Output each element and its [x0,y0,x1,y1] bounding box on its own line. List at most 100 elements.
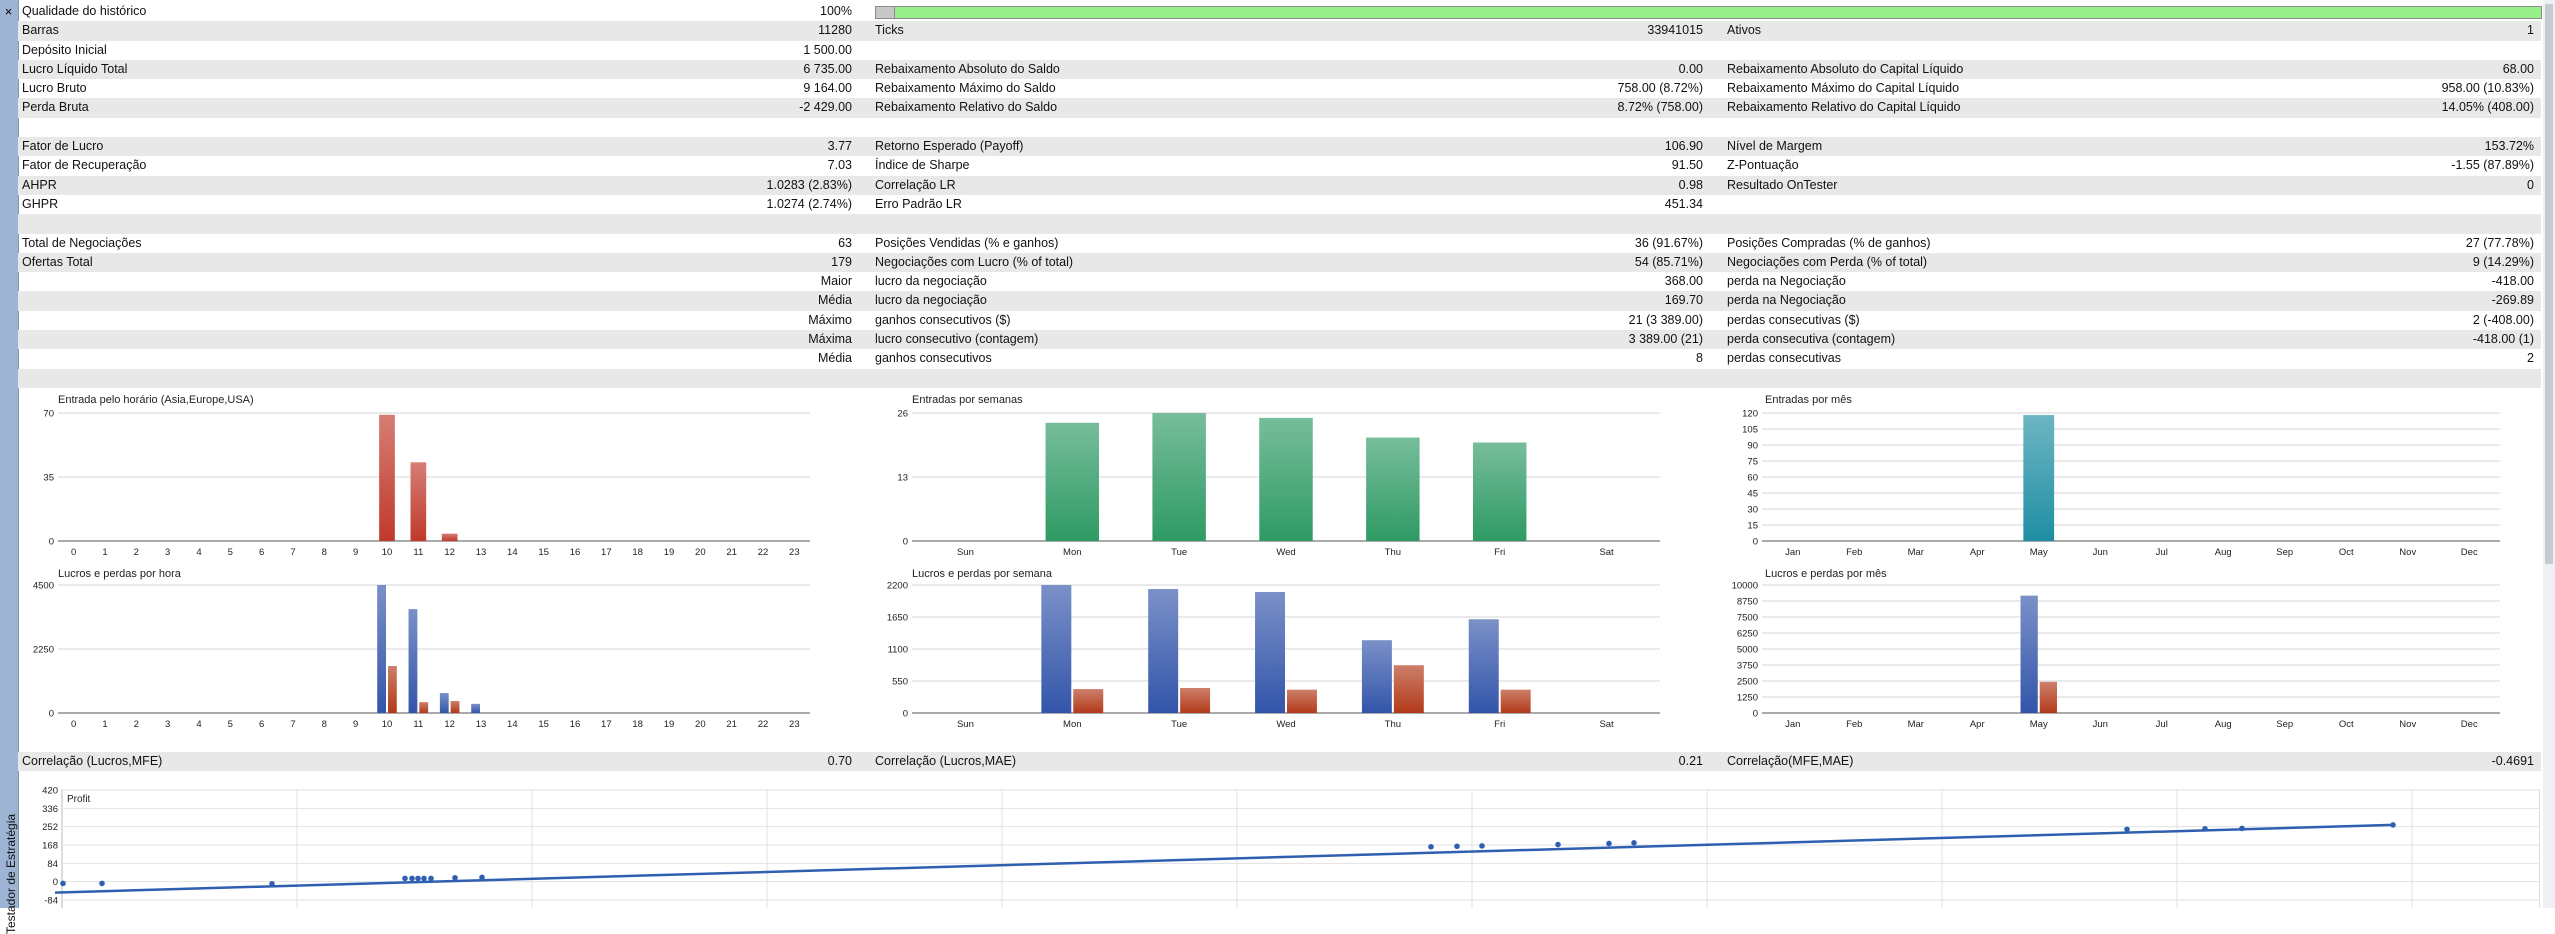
profit-point [1479,843,1485,849]
pl-hour-xtick-label: 11 [413,719,423,730]
entries-month-ytick-label: 15 [1747,521,1758,532]
pl-hour-xtick-label: 2 [134,719,139,730]
vertical-scrollbar[interactable] [2543,0,2555,908]
profit-chart-frame [61,789,2540,908]
profit-point [402,875,408,882]
entries-week-title: Entradas por semanas [912,394,1023,406]
profit-ytick-label: 0 [53,877,58,888]
entries-hour-xtick-label: 18 [632,547,643,558]
pl-month-xtick-label: Sep [2276,719,2293,730]
pl-hour-xtick-label: 17 [601,719,612,730]
profit-ytick-label: 168 [42,841,58,852]
entries-month-xtick-label: Mar [1908,547,1924,558]
pl-hour-xtick-label: 4 [196,719,201,730]
entries-hour-xtick-label: 1 [102,547,107,558]
entries-hour-xtick-label: 13 [476,547,487,558]
entries-month-title: Entradas por mês [1765,394,1852,406]
entries-month-xtick-label: Feb [1846,547,1862,558]
entries-month-xtick-label: Jul [2156,547,2168,558]
pl-week-title: Lucros e perdas por semana [912,568,1053,580]
pl-hour-xtick-label: 10 [382,719,393,730]
pl-hour-xtick-label: 6 [259,719,264,730]
entries-month-xtick-label: Aug [2215,547,2232,558]
entries-month-ytick-label: 120 [1742,409,1758,420]
pl-hour-xtick-label: 0 [71,719,76,730]
entries-hour-xtick-label: 16 [570,547,581,558]
pl-month-bar-shine [2020,595,2038,713]
entries-hour-bar-shine [410,462,427,541]
pl-week-xtick-label: Sat [1599,719,1614,730]
profit-ytick-label: 420 [42,786,58,797]
profit-point [428,875,434,882]
profit-point [2390,822,2396,828]
entries-hour-xtick-label: 22 [758,547,769,558]
entries-hour-ytick-label: 70 [43,409,54,420]
pl-hour-xtick-label: 13 [476,719,487,730]
pl-week-bar-shine [1148,589,1179,713]
entries-hour-xtick-label: 9 [353,547,358,558]
entries-week-xtick-label: Sat [1599,547,1614,558]
entries-hour-xtick-label: 19 [664,547,675,558]
profit-point [415,875,421,882]
pl-month-ytick-label: 1250 [1737,693,1758,704]
pl-month-xtick-label: Aug [2215,719,2232,730]
entries-month-bar-shine [2023,415,2055,541]
pl-week-bar-shine [1073,689,1104,713]
profit-point [1428,843,1434,850]
entries-month-xtick-label: May [2030,547,2048,558]
profit-point [2239,825,2245,832]
entries-hour-xtick-label: 7 [290,547,295,558]
profit-point [452,874,458,881]
entries-week-xtick-label: Sun [957,547,974,558]
pl-hour-title: Lucros e perdas por hora [58,568,182,580]
pl-month-ytick-label: 10000 [1732,581,1758,592]
entries-week-ytick-label: 26 [897,409,908,420]
pl-hour-bar-shine [377,585,386,713]
pl-hour-bar-shine [408,609,418,713]
entries-month-ytick-label: 90 [1747,441,1758,452]
entries-month-ytick-label: 30 [1747,505,1758,516]
entries-month-ytick-label: 75 [1747,457,1758,468]
pl-hour-xtick-label: 14 [507,719,518,730]
pl-hour-bar-shine [439,693,449,713]
pl-week-xtick-label: Sun [957,719,974,730]
entries-week-ytick-label: 0 [903,537,908,548]
entries-hour-xtick-label: 6 [259,547,264,558]
entries-month-xtick-label: Dec [2461,547,2478,558]
entries-month-ytick-label: 0 [1753,537,1758,548]
pl-week-ytick-label: 550 [892,677,908,688]
entries-hour-xtick-label: 12 [444,547,455,558]
pl-month-xtick-label: Jul [2156,719,2168,730]
entries-hour-xtick-label: 15 [538,547,549,558]
pl-hour-bar-shine [388,666,397,713]
entries-week-bar-shine [1152,413,1206,541]
entries-month-xtick-label: Apr [1970,547,1985,558]
charts-area: Entrada pelo horário (Asia,Europe,USA) 0 3… [33,394,2540,908]
pl-month-xtick-label: Dec [2461,719,2478,730]
entries-hour-xtick-label: 4 [196,547,201,558]
entries-hour-xtick-label: 14 [507,547,518,558]
pl-month-title: Lucros e perdas por mês [1765,568,1887,580]
profit-point [1555,841,1561,848]
pl-month-xtick-label: May [2030,719,2048,730]
pl-week-bar-shine [1500,689,1531,713]
pl-month-xtick-label: Nov [2399,719,2416,730]
pl-week-ytick-label: 2200 [887,581,908,592]
entries-hour-bar-shine [379,414,395,541]
pl-month-ytick-label: 3750 [1737,661,1758,672]
entries-week-ytick-label: 13 [897,473,908,484]
pl-month-xtick-label: Jun [2093,719,2108,730]
pl-week-xtick-label: Tue [1171,719,1187,730]
pl-month-ytick-label: 5000 [1737,645,1758,656]
pl-week-ytick-label: 1100 [888,645,908,656]
entries-hour-xtick-label: 5 [228,547,233,558]
entries-week-bar-shine [1473,442,1527,541]
entries-week-bar-shine [1366,437,1420,541]
profit-point [1454,843,1460,850]
entries-month-ytick-label: 60 [1747,473,1758,484]
entries-month-ytick-label: 45 [1747,489,1758,500]
pl-week-bar-shine [1255,591,1285,713]
entries-month-xtick-label: Jan [1785,547,1800,558]
entries-hour-xtick-label: 2 [134,547,139,558]
pl-month-xtick-label: Mar [1908,719,1924,730]
